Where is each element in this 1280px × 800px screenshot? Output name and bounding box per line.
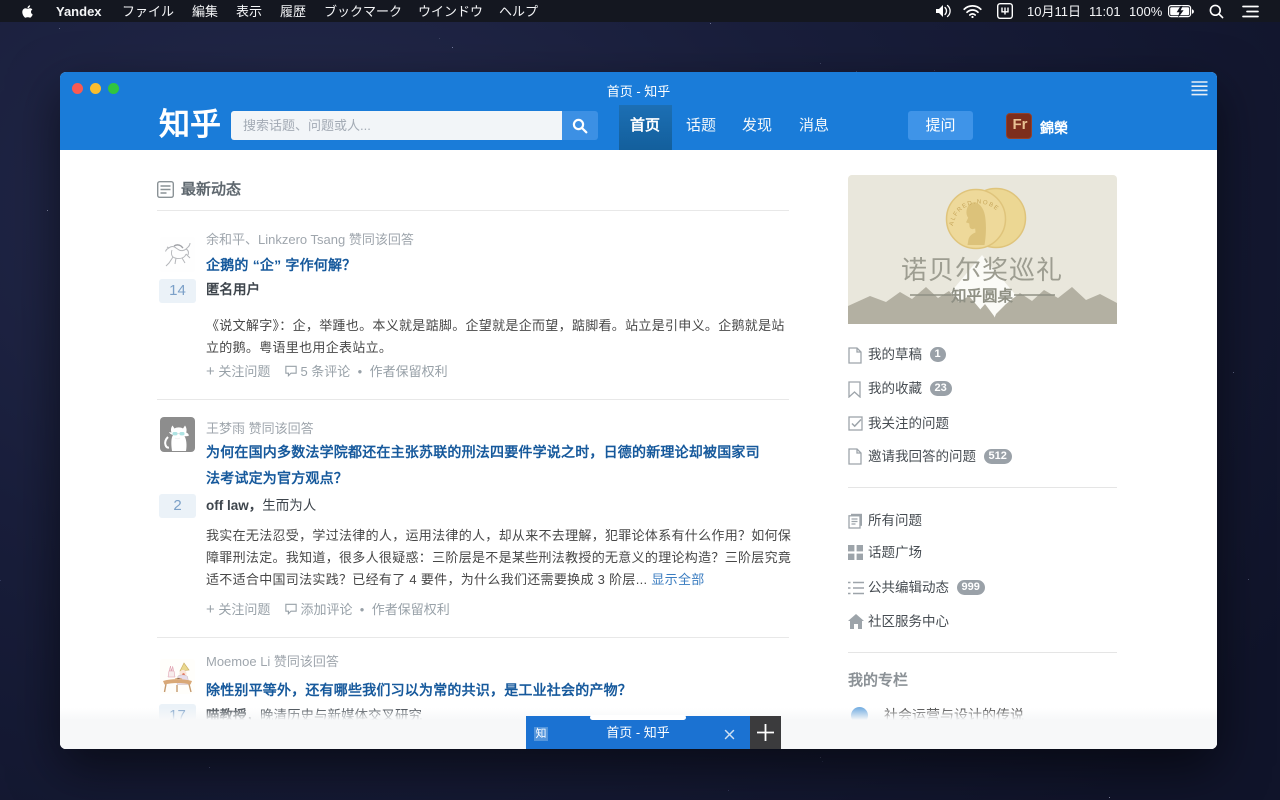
svg-text:知乎圆桌: 知乎圆桌: [951, 286, 1014, 305]
svg-text:诺贝尔奖巡礼: 诺贝尔奖巡礼: [901, 255, 1063, 285]
